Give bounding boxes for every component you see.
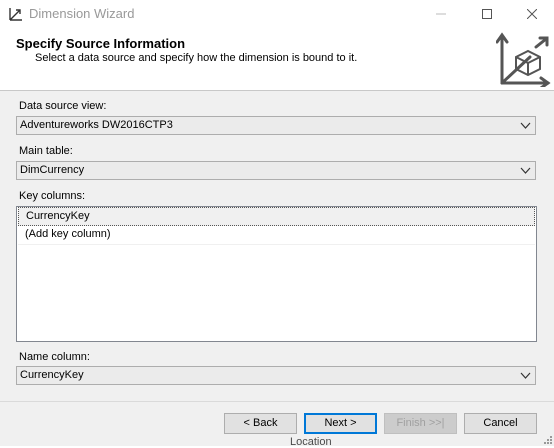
list-item-label: (Add key column) xyxy=(25,228,111,240)
title-bar: Dimension Wizard xyxy=(0,0,554,28)
chevron-down-icon xyxy=(520,122,531,129)
close-icon xyxy=(527,9,537,19)
cancel-button[interactable]: Cancel xyxy=(464,413,537,434)
next-button[interactable]: Next > xyxy=(304,413,377,434)
wizard-content: Data source view: Adventureworks DW2016C… xyxy=(0,91,554,401)
key-columns-list[interactable]: CurrencyKey (Add key column) xyxy=(16,206,537,342)
data-source-view-value: Adventureworks DW2016CTP3 xyxy=(20,119,173,131)
finish-button[interactable]: Finish >>| xyxy=(384,413,457,434)
main-table-value: DimCurrency xyxy=(20,164,85,176)
window-title: Dimension Wizard xyxy=(29,6,135,21)
data-source-view-select[interactable]: Adventureworks DW2016CTP3 xyxy=(16,116,536,135)
wizard-footer: < Back Next > Finish >>| Cancel xyxy=(0,401,554,446)
minimize-button[interactable] xyxy=(418,0,464,28)
list-item[interactable]: CurrencyKey xyxy=(18,207,535,226)
page-title: Specify Source Information xyxy=(16,36,186,51)
list-item-label: CurrencyKey xyxy=(26,210,90,222)
data-source-view-label: Data source view: xyxy=(19,100,107,112)
main-table-select[interactable]: DimCurrency xyxy=(16,161,536,180)
page-subtitle: Select a data source and specify how the… xyxy=(35,52,358,64)
background-partial-text: Location xyxy=(290,436,332,448)
name-column-value: CurrencyKey xyxy=(20,369,84,381)
back-button[interactable]: < Back xyxy=(224,413,297,434)
resize-grip-icon[interactable] xyxy=(542,434,552,444)
dimension-cube-icon xyxy=(496,32,551,87)
list-item-add[interactable]: (Add key column) xyxy=(18,226,535,245)
wizard-icon xyxy=(9,8,22,21)
minimize-icon xyxy=(436,13,446,15)
maximize-button[interactable] xyxy=(464,0,510,28)
close-button[interactable] xyxy=(509,0,554,28)
chevron-down-icon xyxy=(520,372,531,379)
wizard-header: Specify Source Information Select a data… xyxy=(0,28,554,91)
maximize-icon xyxy=(482,9,492,19)
chevron-down-icon xyxy=(520,167,531,174)
key-columns-label: Key columns: xyxy=(19,190,86,202)
name-column-label: Name column: xyxy=(19,351,90,363)
main-table-label: Main table: xyxy=(19,145,73,157)
name-column-select[interactable]: CurrencyKey xyxy=(16,366,536,385)
